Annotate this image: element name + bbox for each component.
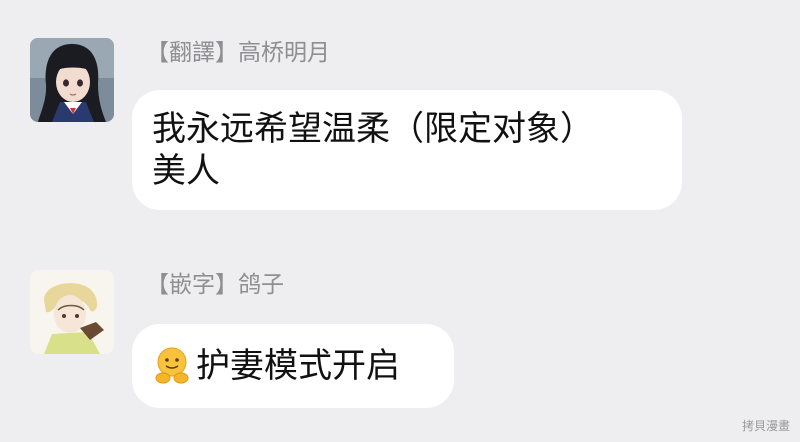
message-text-line-1: 我永远希望温柔（限定对象） bbox=[152, 109, 594, 149]
hugging-face-emoji-icon bbox=[152, 345, 192, 385]
message-text-2: 护妻模式开启 bbox=[196, 346, 400, 386]
sender-name-1: 【翻譯】高桥明月 bbox=[146, 40, 330, 66]
anime-boy-avatar-icon bbox=[30, 270, 114, 354]
message-bubble-2[interactable]: 护妻模式开启 bbox=[132, 324, 454, 408]
sender-avatar-2[interactable] bbox=[30, 270, 114, 354]
message-bubble-1[interactable]: 我永远希望温柔（限定对象） 美人 bbox=[132, 90, 682, 210]
watermark: 拷貝漫畫 bbox=[741, 419, 790, 433]
anime-girl-avatar-icon bbox=[30, 38, 114, 122]
sender-avatar-1[interactable] bbox=[30, 38, 114, 122]
sender-name-2: 【嵌字】鸽子 bbox=[146, 272, 284, 298]
message-text-line-2: 美人 bbox=[152, 151, 220, 191]
